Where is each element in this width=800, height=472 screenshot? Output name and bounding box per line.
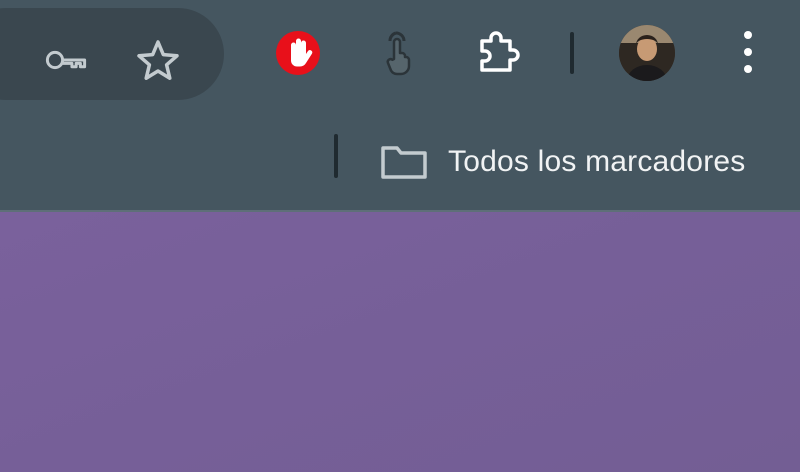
page-content	[0, 212, 800, 472]
avatar[interactable]	[619, 25, 675, 81]
hand-stop-icon	[274, 29, 322, 77]
extensions-menu-button[interactable]	[472, 26, 524, 78]
bookmarks-bar: Todos los marcadores	[0, 112, 800, 212]
toolbar	[0, 0, 800, 112]
all-bookmarks-button[interactable]: Todos los marcadores	[380, 132, 745, 192]
star-icon[interactable]	[136, 38, 180, 82]
touch-pointer-icon	[376, 29, 420, 77]
all-bookmarks-label: Todos los marcadores	[448, 145, 746, 178]
key-icon[interactable]	[44, 38, 88, 82]
browser-chrome: Todos los marcadores	[0, 0, 800, 212]
three-dots-vertical-icon	[743, 30, 753, 74]
puzzle-icon	[474, 28, 522, 76]
bookmarks-divider	[334, 134, 338, 178]
folder-icon	[380, 144, 428, 180]
browser-menu-button[interactable]	[722, 26, 774, 78]
adblock-extension-button[interactable]	[272, 27, 324, 79]
toolbar-divider	[570, 32, 574, 74]
omnibox[interactable]	[0, 8, 224, 100]
pointer-extension-button[interactable]	[372, 27, 424, 79]
